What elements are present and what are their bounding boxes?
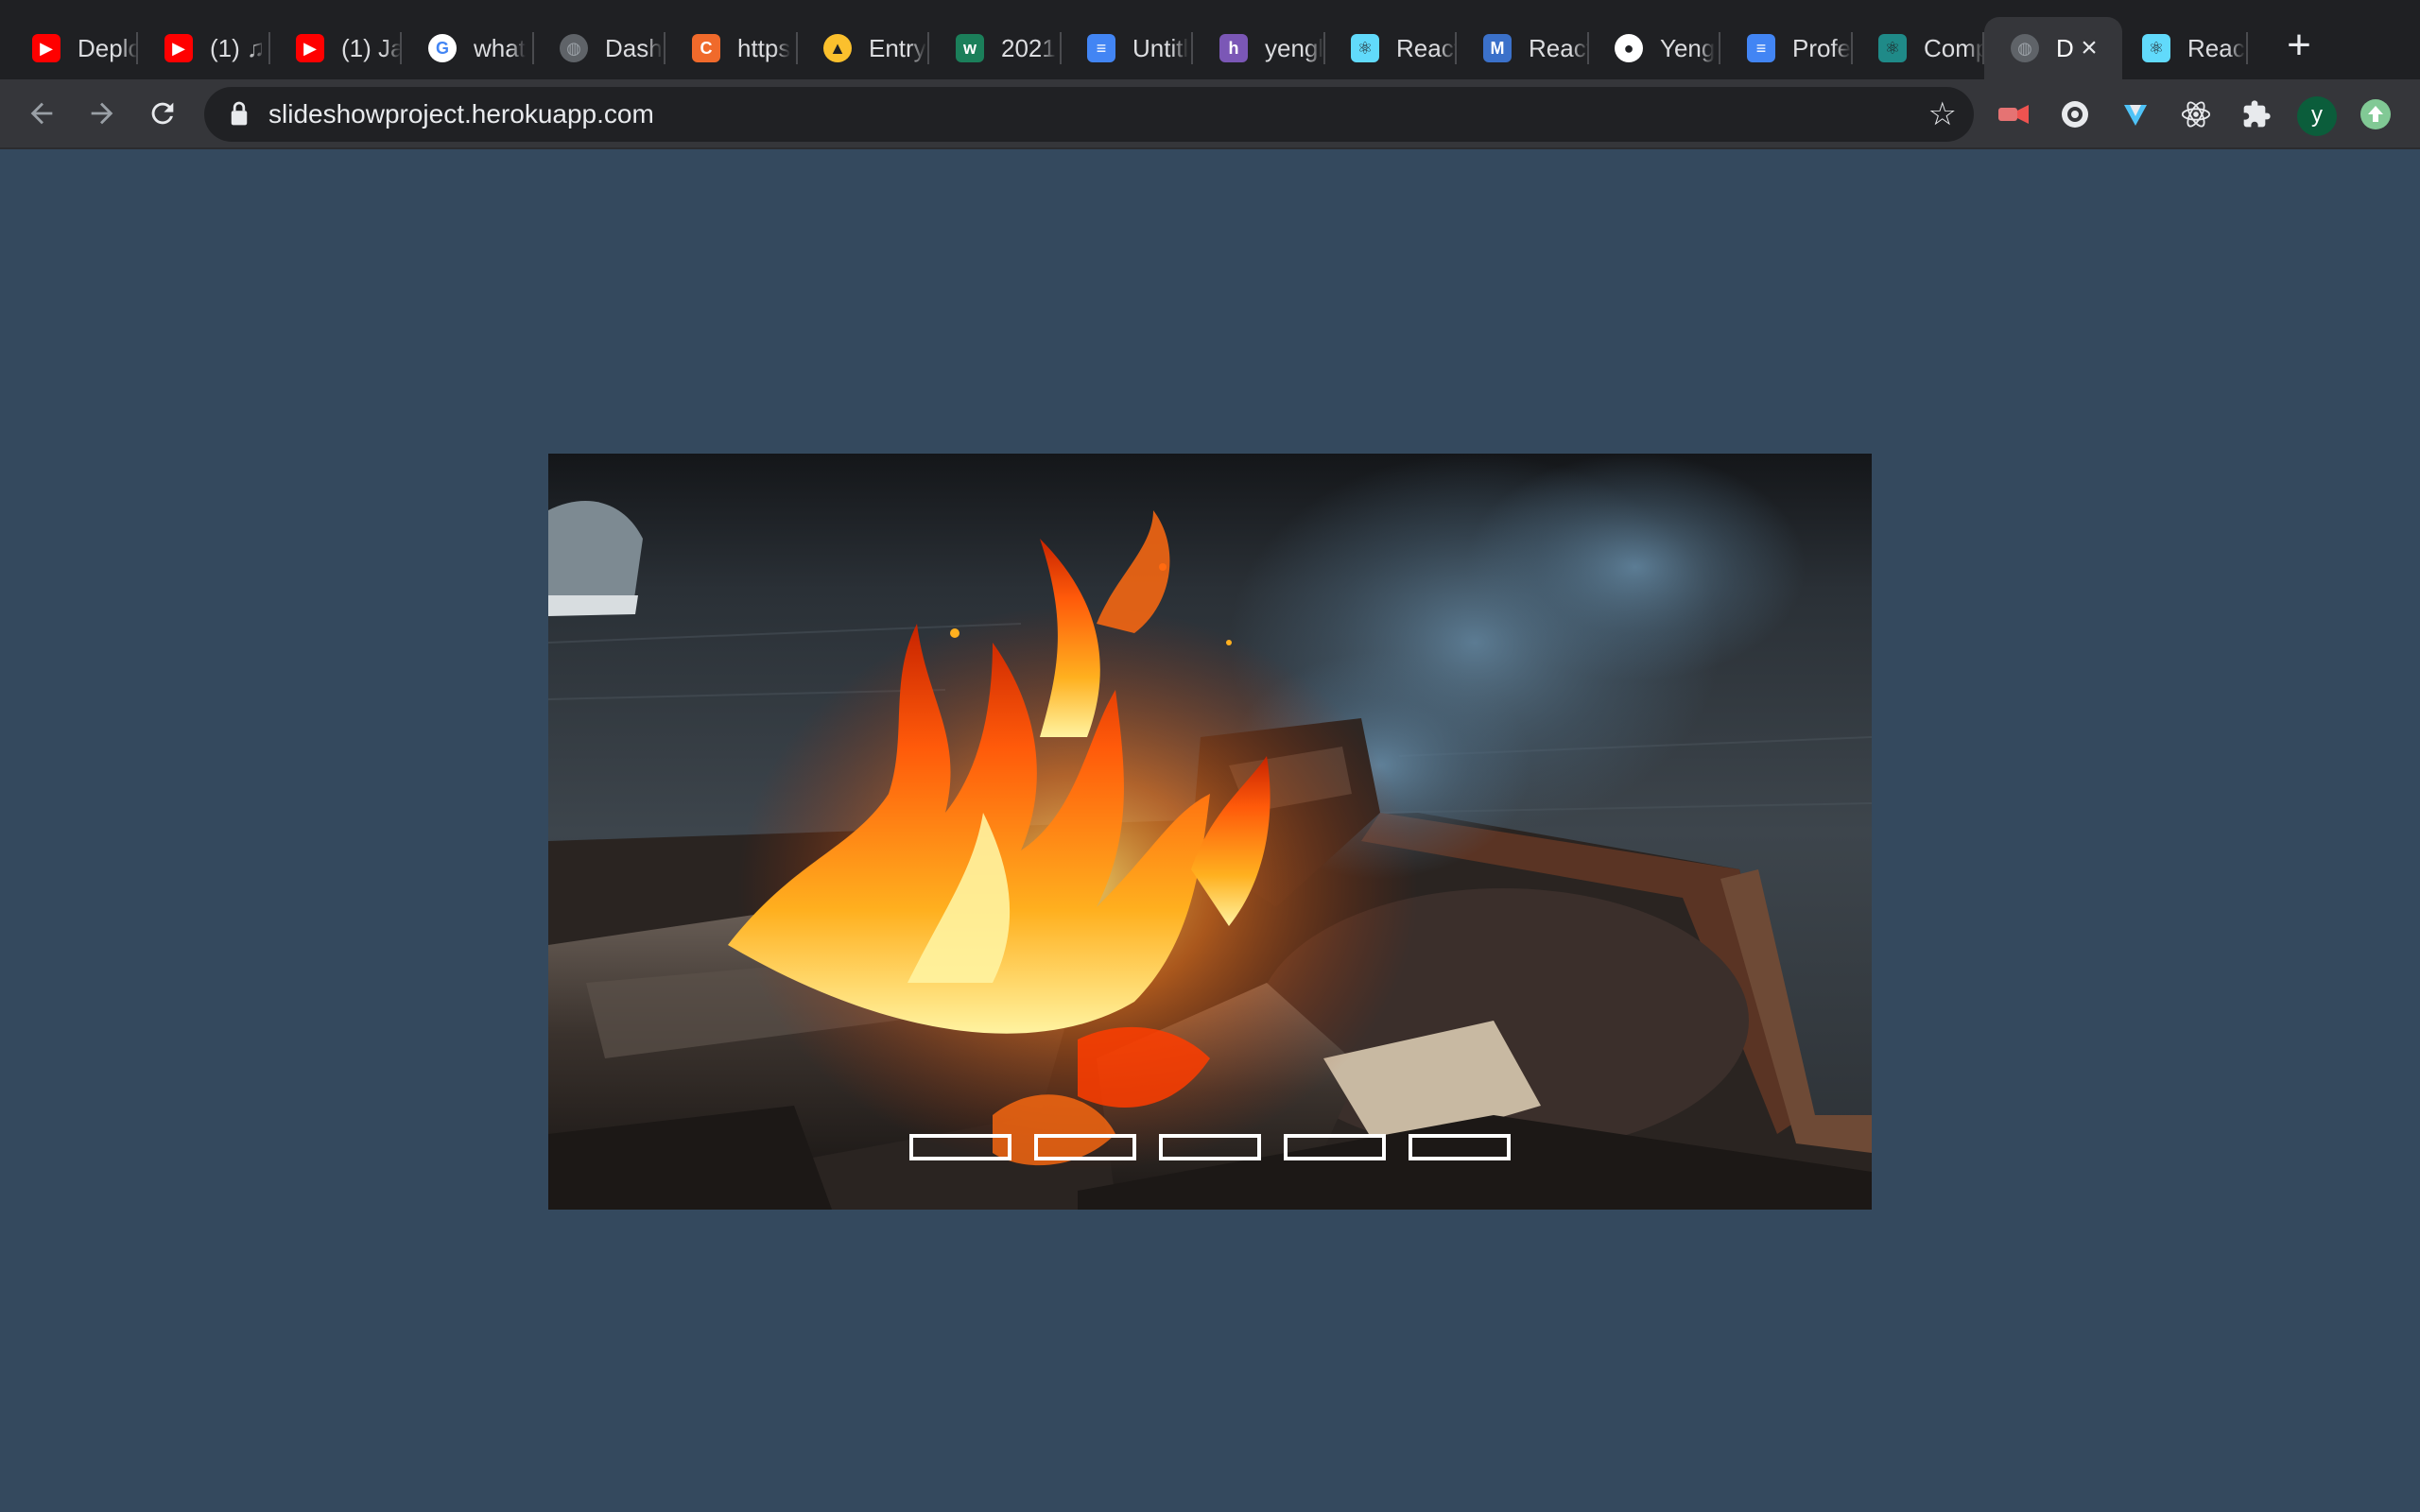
tab-title: what bbox=[474, 33, 526, 62]
codecademy-icon: C bbox=[692, 34, 720, 62]
browser-tab[interactable]: ≡ Untitl bbox=[1061, 17, 1193, 79]
docs-icon: ≡ bbox=[1747, 34, 1775, 62]
browser-tab[interactable]: ▶ (1) Ja bbox=[269, 17, 402, 79]
tab-title: Comp bbox=[1924, 33, 1984, 62]
tab-title: Yeng bbox=[1660, 33, 1716, 62]
forward-button[interactable] bbox=[79, 91, 125, 136]
puzzle-icon bbox=[2243, 100, 2271, 128]
tab-title: Untitl bbox=[1132, 33, 1189, 62]
page-content bbox=[0, 149, 2420, 1512]
react-icon: ⚛ bbox=[1878, 34, 1907, 62]
browser-tab[interactable]: ⚛ Comp bbox=[1852, 17, 1984, 79]
tab-title: Entry bbox=[869, 33, 926, 62]
browser-tab[interactable]: ▶ (1) ♫ bbox=[138, 17, 270, 79]
extensions-menu-button[interactable] bbox=[2238, 96, 2274, 132]
forward-arrow-icon bbox=[91, 102, 113, 125]
extension-icon bbox=[2062, 101, 2088, 128]
slide-indicator[interactable] bbox=[1159, 1134, 1261, 1160]
slide-indicator[interactable] bbox=[1034, 1134, 1136, 1160]
browser-tab[interactable]: ◍ Dash bbox=[533, 17, 666, 79]
tab-title: 2021 bbox=[1001, 33, 1056, 62]
docs-icon: ≡ bbox=[1087, 34, 1115, 62]
slide-indicator[interactable] bbox=[1284, 1134, 1386, 1160]
browser-tab[interactable]: ⚛ Reac bbox=[2116, 17, 2248, 79]
tab-title: https bbox=[737, 33, 791, 62]
browser-tab[interactable]: ◍ D × bbox=[1984, 17, 2122, 79]
globe-icon: ◍ bbox=[560, 34, 588, 62]
address-bar[interactable]: slideshowproject.herokuapp.com ☆ bbox=[204, 87, 1974, 142]
youtube-icon: ▶ bbox=[164, 34, 193, 62]
browser-tab[interactable]: h yengl bbox=[1193, 17, 1325, 79]
slide-indicator[interactable] bbox=[909, 1134, 1011, 1160]
devtools-extension[interactable] bbox=[2118, 96, 2153, 132]
google-icon: G bbox=[428, 34, 457, 62]
reload-button[interactable] bbox=[140, 91, 185, 136]
browser-toolbar: slideshowproject.herokuapp.com ☆ y bbox=[0, 79, 2420, 149]
tab-separator bbox=[2246, 32, 2248, 64]
back-arrow-icon bbox=[30, 102, 53, 125]
slide-indicator[interactable] bbox=[1409, 1134, 1511, 1160]
tab-title: Dash bbox=[605, 33, 663, 62]
browser-tab[interactable]: ● Yeng bbox=[1588, 17, 1720, 79]
bookmark-star-icon[interactable]: ☆ bbox=[1928, 94, 1957, 134]
back-button[interactable] bbox=[19, 91, 64, 136]
tab-title: (1) ♫ bbox=[210, 33, 266, 62]
tab-title: React bbox=[1396, 33, 1457, 62]
globe-icon: ◍ bbox=[2011, 34, 2039, 62]
tab-strip: ▶ Deplo ▶ (1) ♫ ▶ (1) Ja Gwhat ◍ Dash Chttps ▲ Entr… bbox=[0, 0, 2420, 79]
reload-icon bbox=[151, 102, 174, 125]
tab-title: React bbox=[1529, 33, 1589, 62]
browser-tab[interactable]: ≡ Profe bbox=[1720, 17, 1853, 79]
browser-tab[interactable]: Chttps bbox=[666, 17, 798, 79]
upwork-icon: w bbox=[956, 34, 984, 62]
url-text: slideshowproject.herokuapp.com bbox=[268, 99, 654, 129]
tab-title: Deplo bbox=[78, 33, 138, 62]
heroku-icon: h bbox=[1219, 34, 1248, 62]
screencast-icon bbox=[1998, 105, 2029, 124]
react-icon: ⚛ bbox=[1351, 34, 1379, 62]
campfire-photo bbox=[548, 454, 1872, 1210]
react-devtools-icon bbox=[2181, 101, 2211, 128]
browser-tab[interactable]: Gwhat bbox=[402, 17, 534, 79]
react-icon: ⚛ bbox=[2142, 34, 2170, 62]
tab-title: Profe bbox=[1792, 33, 1852, 62]
tab-title: D bbox=[2056, 33, 2074, 62]
browser-tab[interactable]: ▲ Entry bbox=[797, 17, 929, 79]
browser-tab[interactable]: w 2021 bbox=[929, 17, 1062, 79]
drive-icon: ▲ bbox=[823, 34, 852, 62]
devtools-icon bbox=[2124, 105, 2147, 126]
update-button[interactable] bbox=[2358, 96, 2394, 132]
lock-icon bbox=[231, 101, 248, 126]
tab-title: yengl bbox=[1265, 33, 1324, 62]
browser-tab[interactable]: M React bbox=[1457, 17, 1589, 79]
youtube-icon: ▶ bbox=[296, 34, 324, 62]
new-tab-button[interactable]: + bbox=[2278, 25, 2320, 68]
screencast-extension[interactable] bbox=[1996, 96, 2032, 132]
profile-avatar[interactable]: y bbox=[2297, 96, 2337, 136]
extension-button[interactable] bbox=[2057, 96, 2093, 132]
slideshow bbox=[548, 454, 1872, 1210]
tab-title: Reac bbox=[2187, 33, 2245, 62]
update-arrow-icon bbox=[2360, 99, 2391, 129]
slide-indicators bbox=[548, 1134, 1872, 1160]
browser-tab[interactable]: ⚛ React bbox=[1324, 17, 1457, 79]
tab-title: (1) Ja bbox=[341, 33, 402, 62]
mdb-icon: M bbox=[1483, 34, 1512, 62]
youtube-icon: ▶ bbox=[32, 34, 60, 62]
react-devtools-extension[interactable] bbox=[2178, 96, 2214, 132]
close-tab-icon[interactable]: × bbox=[2073, 32, 2105, 64]
github-icon: ● bbox=[1615, 34, 1643, 62]
browser-tab[interactable]: ▶ Deplo bbox=[6, 17, 138, 79]
